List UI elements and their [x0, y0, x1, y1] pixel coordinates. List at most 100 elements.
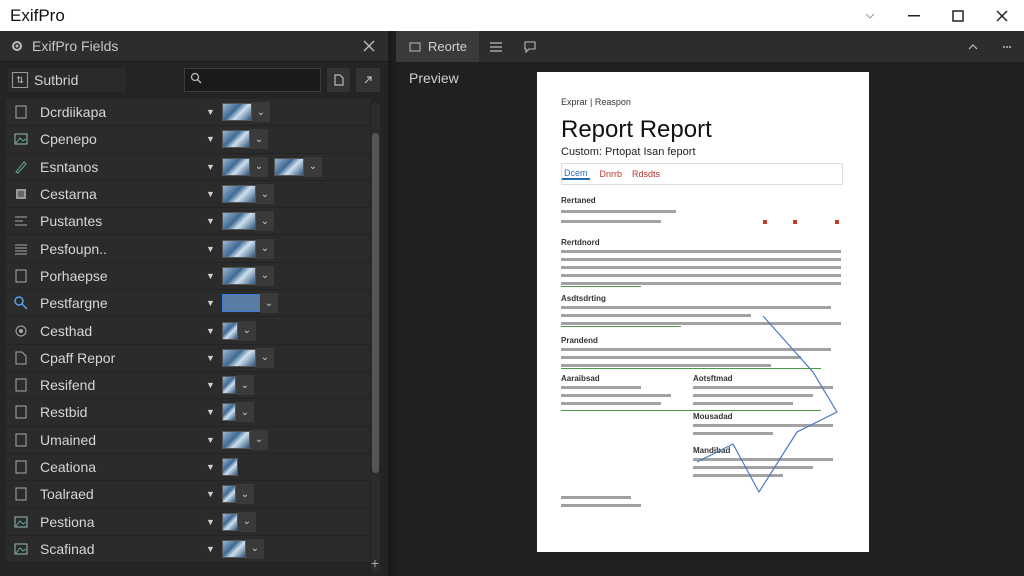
value-picker[interactable]: ⌄ [222, 347, 274, 368]
chevron-down-icon[interactable]: ⌄ [238, 511, 256, 532]
expand-caret-icon[interactable]: ▼ [206, 326, 218, 336]
collapse-icon[interactable] [956, 31, 990, 62]
expand-caret-icon[interactable]: ▼ [206, 489, 218, 499]
comment-icon[interactable] [513, 31, 547, 62]
maximize-button[interactable] [936, 0, 980, 31]
list-icon[interactable] [479, 31, 513, 62]
close-icon[interactable] [360, 37, 378, 55]
value-picker[interactable]: ⌄ [222, 429, 268, 450]
field-row[interactable]: Pustantes ▼ ⌄ [6, 208, 370, 236]
field-row[interactable]: Cpaff Repor ▼ ⌄ [6, 344, 370, 372]
value-picker[interactable]: ⌄ [222, 129, 268, 150]
value-picker[interactable]: ⌄ [222, 211, 274, 232]
field-label: Cesthad [40, 322, 93, 339]
field-row[interactable]: Cestarna ▼ ⌄ [6, 180, 370, 209]
more-icon[interactable] [990, 31, 1024, 62]
tab-report[interactable]: Reorte [396, 31, 480, 62]
expand-caret-icon[interactable]: ▼ [206, 244, 218, 254]
field-label: Resifend [40, 377, 96, 394]
value-picker[interactable]: ⌄ [222, 484, 254, 505]
expand-caret-icon[interactable]: ▼ [206, 407, 218, 417]
minimize-button[interactable] [892, 0, 936, 31]
value-picker[interactable]: ⌄ [222, 184, 274, 205]
value-picker[interactable]: ⌄ [222, 402, 254, 423]
field-row[interactable]: Cesthad ▼ ⌄ [6, 317, 370, 345]
value-picker[interactable]: ⌄ [222, 375, 254, 396]
expand-caret-icon[interactable]: ▼ [206, 517, 218, 527]
expand-caret-icon[interactable]: ▼ [206, 107, 218, 117]
align-icon [13, 213, 29, 229]
value-swatch [222, 294, 260, 313]
chevron-down-icon[interactable]: ⌄ [250, 156, 268, 177]
sort-button[interactable]: ⇅ Sutbrid [8, 68, 126, 92]
expand-caret-icon[interactable]: ▼ [206, 435, 218, 445]
document-icon[interactable] [326, 68, 351, 92]
field-row[interactable]: Pestfargne ▼ ⌄ [6, 290, 370, 318]
chevron-down-icon[interactable]: ⌄ [256, 265, 274, 286]
expand-caret-icon[interactable]: ▼ [206, 271, 218, 281]
add-icon[interactable]: + [368, 555, 382, 571]
scrollbar[interactable] [371, 103, 380, 573]
value-picker[interactable]: ⌄ [222, 320, 256, 341]
value-picker[interactable]: ⌄ [222, 238, 274, 259]
close-button[interactable] [980, 0, 1024, 31]
document-preview[interactable]: Exprar | Reaspon Report Report Custom: P… [537, 72, 869, 552]
value-picker[interactable]: ⌄ [222, 102, 270, 123]
chevron-down-icon[interactable]: ⌄ [256, 347, 274, 368]
search-box[interactable] [183, 68, 321, 92]
chevron-down-icon[interactable]: ⌄ [256, 184, 274, 205]
value-picker[interactable]: ⌄ [222, 511, 256, 532]
chevron-down-icon[interactable]: ⌄ [252, 102, 270, 123]
expand-caret-icon[interactable]: ▼ [206, 216, 218, 226]
field-row[interactable]: Pesfoupn.. ▼ ⌄ [6, 235, 370, 263]
field-row[interactable]: Resifend ▼ ⌄ [6, 371, 370, 400]
value-picker[interactable]: ⌄ [222, 538, 264, 559]
field-label: Porhaepse [40, 267, 108, 284]
expand-caret-icon[interactable]: ▼ [206, 380, 218, 390]
value-picker[interactable]: ⌄ [222, 293, 278, 314]
value-picker[interactable] [222, 457, 238, 477]
chevron-down-icon[interactable]: ⌄ [236, 484, 254, 505]
field-row[interactable]: Porhaepse ▼ ⌄ [6, 262, 370, 291]
chevron-down-icon[interactable]: ⌄ [250, 129, 268, 150]
value-swatch [222, 348, 256, 367]
field-row[interactable]: Umained ▼ ⌄ [6, 426, 370, 454]
search-input[interactable] [201, 73, 320, 87]
expand-caret-icon[interactable]: ▼ [206, 162, 218, 172]
expand-caret-icon[interactable]: ▼ [206, 189, 218, 199]
field-row[interactable]: Pestiona ▼ ⌄ [6, 508, 370, 536]
value-swatch [274, 157, 304, 176]
field-row[interactable]: Toalraed ▼ ⌄ [6, 481, 370, 509]
field-row[interactable]: Scafinad ▼ ⌄ [6, 535, 370, 564]
chevron-down-icon[interactable]: ⌄ [304, 156, 322, 177]
scrollbar-thumb[interactable] [372, 133, 379, 473]
sort-icon: ⇅ [12, 72, 28, 88]
chevron-down-icon[interactable]: ⌄ [238, 320, 256, 341]
expand-caret-icon[interactable]: ▼ [206, 544, 218, 554]
expand-caret-icon[interactable]: ▼ [206, 353, 218, 363]
expand-caret-icon[interactable]: ▼ [206, 134, 218, 144]
field-row[interactable]: Restbid ▼ ⌄ [6, 399, 370, 427]
document-icon [13, 350, 29, 366]
value-picker[interactable]: ⌄ [222, 265, 274, 286]
chevron-down-icon[interactable]: ⌄ [250, 429, 268, 450]
value-swatch [222, 539, 246, 558]
chevron-down-icon[interactable]: ⌄ [256, 211, 274, 232]
field-row[interactable]: Esntanos ▼ ⌄ ⌄ [6, 153, 370, 181]
chevron-down-icon[interactable]: ⌄ [260, 293, 278, 314]
chevron-down-icon[interactable]: ⌄ [236, 402, 254, 423]
title-bar: ExifPro [0, 0, 1024, 31]
field-row[interactable]: Cpenepo ▼ ⌄ [6, 126, 370, 154]
expand-caret-icon[interactable]: ▼ [206, 298, 218, 308]
expand-caret-icon[interactable]: ▼ [206, 462, 218, 472]
field-row[interactable]: Ceationa ▼ [6, 453, 370, 482]
field-row[interactable]: Dcrdiikapa ▼ ⌄ [6, 99, 370, 127]
value-picker[interactable]: ⌄ ⌄ [222, 156, 322, 177]
chevron-down-icon[interactable]: ⌄ [246, 538, 264, 559]
chevron-down-icon[interactable]: ⌄ [256, 238, 274, 259]
chevron-down-icon[interactable] [848, 0, 892, 31]
chevron-down-icon[interactable]: ⌄ [236, 375, 254, 396]
pin-icon[interactable] [356, 68, 380, 92]
field-label: Pesfoupn.. [40, 240, 107, 257]
report-tab-icon [408, 40, 422, 54]
